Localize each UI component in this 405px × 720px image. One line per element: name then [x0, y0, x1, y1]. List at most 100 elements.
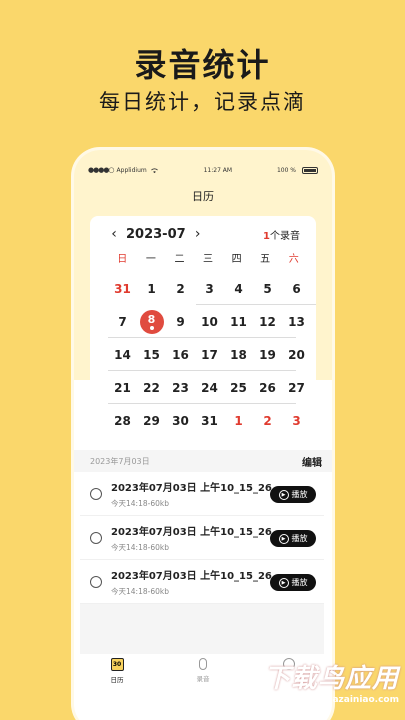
watermark-logo: 下载鸟应用 www.xiazainiao.com [241, 658, 399, 712]
selected-day-number: 8 [147, 312, 156, 326]
calendar-day[interactable]: 29 [137, 404, 166, 437]
calendar-day[interactable]: 3 [195, 272, 224, 305]
weekday-sun: 日 [117, 254, 128, 265]
calendar-day[interactable]: 6 [282, 272, 311, 305]
recording-meta: 今天14:18-60kb [111, 542, 169, 552]
weekday-mon: 一 [145, 254, 156, 265]
calendar-day[interactable]: 20 [282, 338, 311, 371]
select-radio[interactable] [90, 487, 102, 500]
recording-title: 2023年07月03日 上午10_15_26 [111, 526, 272, 538]
calendar-day[interactable]: 22 [137, 371, 166, 404]
play-icon: ▶ [278, 489, 289, 500]
calendar-week: 28 29 30 31 1 2 3 [108, 404, 318, 437]
tab-calendar[interactable]: 30 日历 [87, 658, 147, 684]
prev-month-chevron-icon[interactable]: ‹ [108, 226, 120, 242]
recording-meta: 今天14:18-60kb [111, 586, 169, 596]
weekday-header: 日 一 二 三 四 五 六 [108, 250, 308, 265]
edit-button[interactable]: 编辑 [302, 454, 322, 469]
weekday-tue: 二 [174, 254, 185, 265]
next-month-chevron-icon[interactable]: › [192, 226, 204, 242]
list-date: 2023年7月03日 [90, 456, 150, 466]
promo-subtitle: 每日统计，记录点滴 [99, 90, 306, 114]
recording-item[interactable]: 2023年07月03日 上午10_15_26 今天14:18-60kb ▶ 播放 [80, 472, 324, 516]
calendar-day[interactable]: 31 [195, 404, 224, 437]
calendar-week: 7 8 9 10 11 12 13 [108, 305, 318, 338]
select-radio[interactable] [90, 531, 102, 544]
watermark-url: www.xiazainiao.com [295, 695, 399, 705]
calendar-week: 21 22 23 24 25 26 27 [108, 371, 318, 404]
calendar-day[interactable]: 12 [253, 305, 282, 338]
weekday-sat: 六 [288, 254, 299, 265]
status-time: 11:27 AM [203, 166, 233, 174]
calendar-day[interactable]: 1 [137, 272, 166, 305]
play-button[interactable]: ▶ 播放 [270, 574, 316, 591]
calendar-card: ‹ 2023-07 › 1个录音 日 一 二 三 四 五 六 31 1 2 3 … [90, 216, 316, 444]
calendar-day[interactable]: 21 [108, 371, 137, 404]
watermark-text: 下载鸟应用 [263, 664, 399, 694]
mic-icon [199, 658, 207, 670]
calendar-day-selected[interactable]: 8 [137, 305, 166, 338]
play-icon: ▶ [278, 533, 289, 544]
tab-label: 录音 [196, 675, 210, 683]
calendar-day[interactable]: 26 [253, 371, 282, 404]
calendar-day-next-month[interactable]: 1 [224, 404, 253, 437]
recording-item[interactable]: 2023年07月03日 上午10_15_26 今天14:18-60kb ▶ 播放 [80, 516, 324, 560]
wifi-icon [150, 167, 158, 173]
calendar-day[interactable]: 23 [166, 371, 195, 404]
tab-label: 日历 [110, 676, 124, 684]
list-header: 2023年7月03日 编辑 [74, 450, 332, 472]
recording-count-suffix: 个录音 [270, 230, 300, 242]
calendar-day[interactable]: 30 [166, 404, 195, 437]
calendar-week: 31 1 2 3 4 5 6 [108, 272, 318, 305]
calendar-day[interactable]: 4 [224, 272, 253, 305]
tab-record[interactable]: 录音 [173, 658, 233, 683]
calendar-day[interactable]: 14 [108, 338, 137, 371]
play-button[interactable]: ▶ 播放 [270, 530, 316, 547]
play-label: 播放 [291, 534, 308, 543]
calendar-day[interactable]: 24 [195, 371, 224, 404]
calendar-header: ‹ 2023-07 › 1个录音 [108, 226, 300, 242]
calendar-month: 2023-07 [126, 226, 186, 242]
calendar-day[interactable]: 17 [195, 338, 224, 371]
phone-frame: ●●●●○ Applidium 11:27 AM 100 % 日历 ‹ 2023… [74, 150, 332, 720]
calendar-day[interactable]: 2 [166, 272, 195, 305]
calendar-day[interactable]: 28 [108, 404, 137, 437]
weekday-fri: 五 [260, 254, 271, 265]
recording-count-number: 1 [263, 230, 270, 242]
calendar-day[interactable]: 18 [224, 338, 253, 371]
calendar-day-next-month[interactable]: 2 [253, 404, 282, 437]
calendar-day[interactable]: 10 [195, 305, 224, 338]
recording-count: 1个录音 [263, 227, 300, 242]
page-title: 日历 [192, 190, 214, 203]
recording-title: 2023年07月03日 上午10_15_26 [111, 570, 272, 582]
calendar-day[interactable]: 27 [282, 371, 311, 404]
recording-list: 2023年07月03日 上午10_15_26 今天14:18-60kb ▶ 播放… [80, 472, 324, 604]
signal-icon: ●●●●○ [88, 166, 115, 174]
play-icon: ▶ [278, 577, 289, 588]
calendar-grid: 31 1 2 3 4 5 6 7 8 9 10 11 12 13 14 15 1… [108, 272, 318, 437]
calendar-day[interactable]: 25 [224, 371, 253, 404]
select-radio[interactable] [90, 575, 102, 588]
calendar-day[interactable]: 19 [253, 338, 282, 371]
calendar-week: 14 15 16 17 18 19 20 [108, 338, 318, 371]
calendar-day[interactable]: 15 [137, 338, 166, 371]
list-empty-area [80, 604, 324, 654]
calendar-day[interactable]: 16 [166, 338, 195, 371]
promo-title: 录音统计 [134, 46, 271, 84]
carrier-label: Applidium [116, 166, 147, 174]
battery-label: 100 % [276, 166, 296, 174]
recording-meta: 今天14:18-60kb [111, 498, 169, 508]
play-label: 播放 [291, 578, 308, 587]
calendar-day[interactable]: 9 [166, 305, 195, 338]
recording-title: 2023年07月03日 上午10_15_26 [111, 482, 272, 494]
calendar-icon: 30 [110, 658, 124, 671]
calendar-day[interactable]: 11 [224, 305, 253, 338]
weekday-wed: 三 [203, 254, 214, 265]
calendar-day-next-month[interactable]: 3 [282, 404, 311, 437]
calendar-day[interactable]: 5 [253, 272, 282, 305]
calendar-day[interactable]: 7 [108, 305, 137, 338]
recording-item[interactable]: 2023年07月03日 上午10_15_26 今天14:18-60kb ▶ 播放 [80, 560, 324, 604]
calendar-day[interactable]: 13 [282, 305, 311, 338]
play-button[interactable]: ▶ 播放 [270, 486, 316, 503]
calendar-day[interactable]: 31 [108, 272, 137, 305]
